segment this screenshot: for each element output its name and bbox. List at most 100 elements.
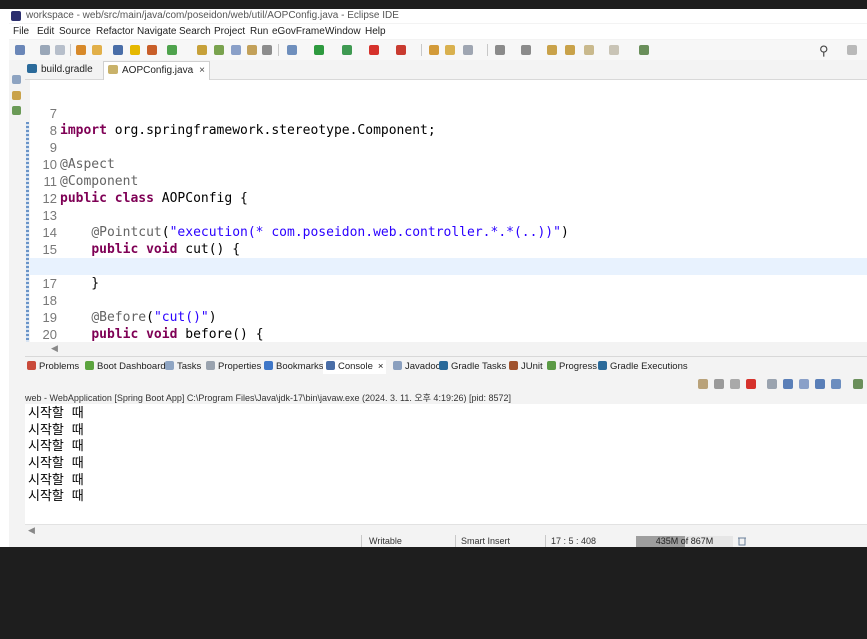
tab-label: Gradle Tasks [451, 361, 507, 372]
debug-icon[interactable] [147, 45, 157, 55]
word-wrap-icon[interactable] [799, 379, 809, 389]
trash-icon[interactable] [737, 536, 747, 546]
back-icon[interactable] [565, 45, 575, 55]
save-all-icon[interactable] [55, 45, 65, 55]
tab-boot-dashboard[interactable]: Boot Dashboard [85, 360, 166, 374]
code-line: 9 @Aspect [30, 122, 867, 172]
save-icon[interactable] [40, 45, 50, 55]
gradle-icon [439, 361, 448, 370]
tab-label: Problems [39, 361, 80, 372]
tab-label: AOPConfig.java [122, 65, 194, 76]
menu-help[interactable]: Help [365, 26, 386, 37]
package-explorer-icon[interactable] [12, 75, 21, 84]
tab-build-gradle[interactable]: build.gradle [27, 61, 93, 79]
code-line: 19 public void before() { [30, 292, 867, 342]
toggle-block-icon[interactable] [231, 45, 241, 55]
left-trim-bar [9, 61, 25, 349]
menu-edit[interactable]: Edit [37, 26, 54, 37]
menu-project[interactable]: Project [214, 26, 245, 37]
insert-mode-status: Smart Insert [461, 536, 511, 546]
editor-horizontal-scrollbar[interactable]: ◀ [9, 342, 867, 356]
menu-navigate[interactable]: Navigate [137, 26, 176, 37]
external-tools-icon[interactable] [396, 45, 406, 55]
next-annotation-icon[interactable] [495, 45, 505, 55]
tab-gradle-tasks[interactable]: Gradle Tasks [439, 360, 506, 374]
menu-search[interactable]: Search [179, 26, 211, 37]
tab-aopconfig-java[interactable]: AOPConfig.java × [103, 61, 210, 80]
screen-left-edge [0, 9, 9, 547]
eclipse-window: workspace - web/src/main/java/com/poseid… [9, 9, 867, 547]
menu-source[interactable]: Source [59, 26, 91, 37]
tab-console[interactable]: Console × [323, 360, 387, 374]
forward-history-icon[interactable] [609, 45, 619, 55]
search-icon[interactable]: ⚲ [819, 43, 829, 59]
tab-javadoc[interactable]: Javadoc [393, 360, 440, 374]
show-whitespace-icon[interactable] [247, 45, 257, 55]
console-process-label: web - WebApplication [Spring Boot App] C… [25, 392, 867, 404]
code-line: 15 [30, 224, 867, 257]
tab-gradle-executions[interactable]: Gradle Executions [598, 360, 688, 374]
desktop-background [0, 547, 867, 639]
status-separator [545, 535, 546, 547]
open-folder-icon[interactable] [429, 45, 439, 55]
console-line: 시작할 때 [28, 489, 84, 504]
remove-launch-icon[interactable] [714, 379, 724, 389]
history-icon[interactable] [76, 45, 86, 55]
code-editor[interactable]: 7 import org.springframework.stereotype.… [25, 80, 867, 342]
console-line: 시작할 때 [28, 406, 84, 421]
perspective-icon[interactable] [847, 45, 857, 55]
debug-launch-icon[interactable] [287, 45, 297, 55]
heap-status[interactable]: 435M of 867M [636, 536, 733, 547]
coverage-icon[interactable] [342, 45, 352, 55]
close-icon[interactable]: × [199, 65, 205, 76]
menu-file[interactable]: File [13, 26, 29, 37]
menu-run[interactable]: Run [250, 26, 268, 37]
boot-icon[interactable] [130, 45, 140, 55]
terminal-icon[interactable] [113, 45, 123, 55]
tab-properties[interactable]: Properties [206, 360, 261, 374]
outline-icon[interactable] [12, 91, 21, 100]
menu-egovframe[interactable]: eGovFrame [272, 26, 325, 37]
open-type-icon[interactable] [197, 45, 207, 55]
menu-window[interactable]: Window [325, 26, 361, 37]
properties-icon [206, 361, 215, 370]
last-edit-icon[interactable] [547, 45, 557, 55]
display-console-icon[interactable] [831, 379, 841, 389]
run-icon[interactable] [167, 45, 177, 55]
hierarchy-icon[interactable] [12, 106, 21, 115]
junit-icon [509, 361, 518, 370]
close-icon[interactable]: × [378, 361, 384, 372]
prev-annotation-icon[interactable] [521, 45, 531, 55]
stop-icon[interactable] [369, 45, 379, 55]
tab-bookmarks[interactable]: Bookmarks [264, 360, 324, 374]
gradle-icon [598, 361, 607, 370]
tab-progress[interactable]: Progress [547, 360, 597, 374]
tab-label: JUnit [521, 361, 543, 372]
forward-icon[interactable] [584, 45, 594, 55]
open-file-icon[interactable] [445, 45, 455, 55]
problems-icon [27, 361, 36, 370]
open-perspective-icon[interactable] [639, 45, 649, 55]
pin-icon[interactable] [463, 45, 473, 55]
tab-problems[interactable]: Problems [27, 360, 79, 374]
tab-junit[interactable]: JUnit [509, 360, 543, 374]
new-icon[interactable] [15, 45, 25, 55]
tab-tasks[interactable]: Tasks [165, 360, 201, 374]
paragraph-icon[interactable] [262, 45, 272, 55]
code-line: 8 [30, 105, 867, 138]
toggle-mark-icon[interactable] [214, 45, 224, 55]
refresh-icon[interactable] [92, 45, 102, 55]
run-launch-icon[interactable] [314, 45, 324, 55]
clear-console-icon[interactable] [767, 379, 777, 389]
console-toolbar [25, 376, 867, 392]
remove-all-icon[interactable] [730, 379, 740, 389]
scroll-left-icon[interactable]: ◀ [51, 343, 58, 354]
scroll-lock-icon[interactable] [783, 379, 793, 389]
toolbar-separator [278, 44, 279, 56]
pin-console-icon[interactable] [815, 379, 825, 389]
menu-refactor[interactable]: Refactor [96, 26, 134, 37]
console-output[interactable]: 시작할 때 시작할 때 시작할 때 시작할 때 시작할 때 시작할 때 [25, 404, 867, 524]
open-console-icon[interactable] [853, 379, 863, 389]
terminate-icon[interactable] [746, 379, 756, 389]
display-selected-icon[interactable] [698, 379, 708, 389]
